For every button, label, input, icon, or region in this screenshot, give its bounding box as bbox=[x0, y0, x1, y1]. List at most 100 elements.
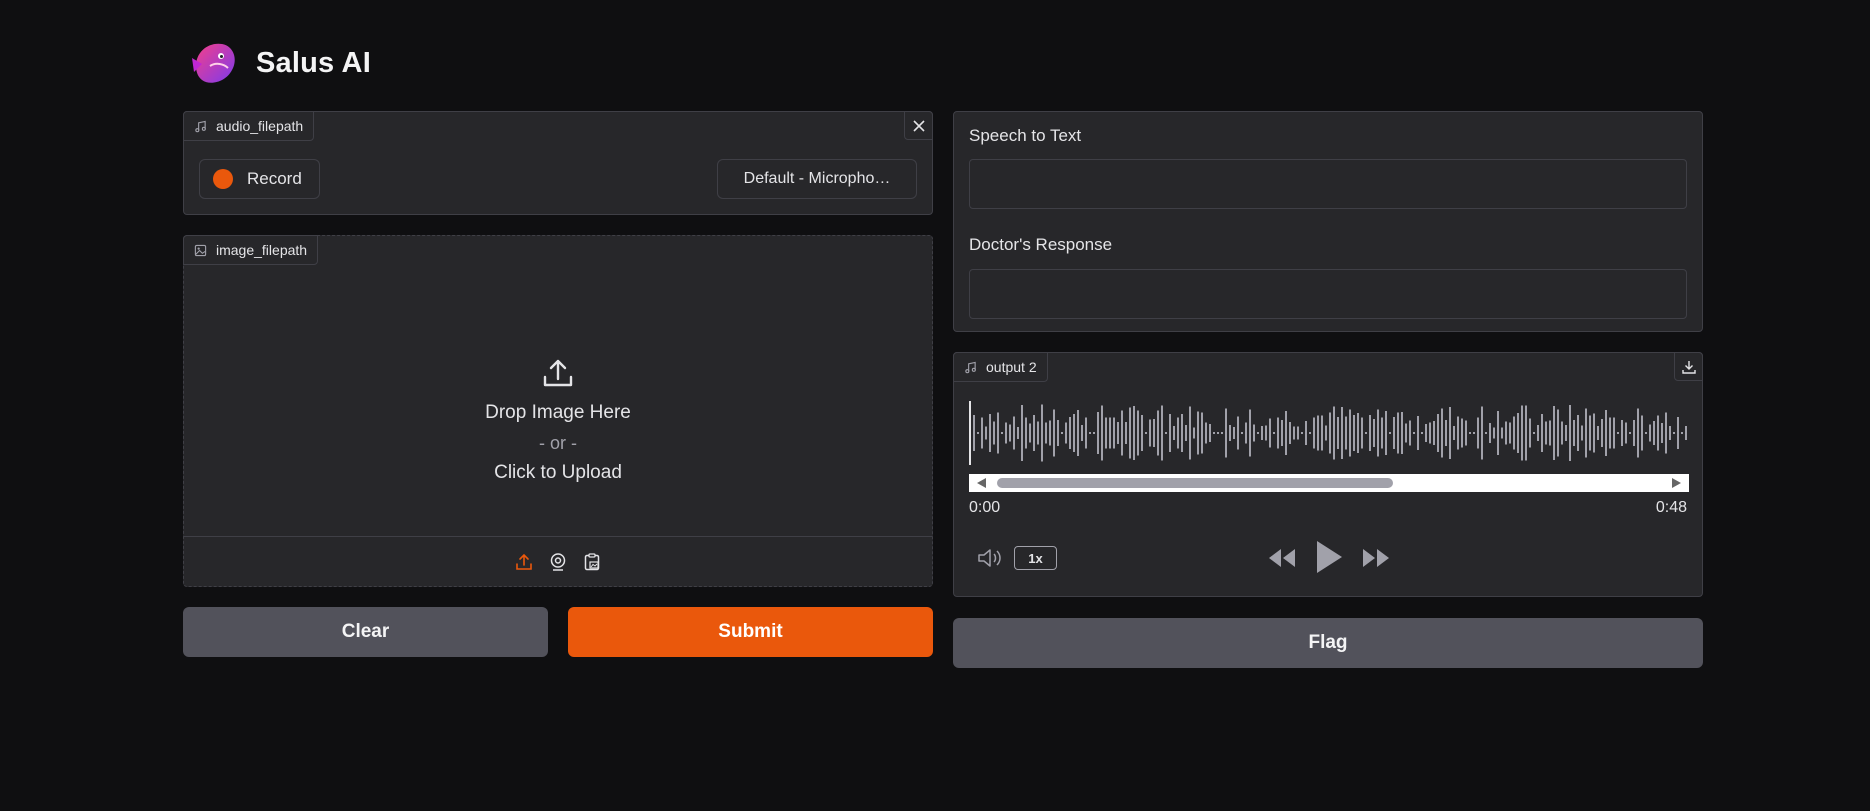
waveform-bar bbox=[1449, 407, 1451, 459]
waveform-bar bbox=[1345, 416, 1347, 450]
doctor-response-label: Doctor's Response bbox=[969, 235, 1113, 254]
waveform-bar bbox=[1133, 406, 1135, 460]
waveform-bar bbox=[1249, 409, 1251, 457]
audio-waveform[interactable] bbox=[969, 401, 1689, 465]
waveform-bar bbox=[1157, 410, 1159, 456]
waveform-bar bbox=[1149, 419, 1151, 447]
close-icon bbox=[912, 119, 925, 132]
waveform-bar bbox=[1397, 412, 1399, 454]
waveform-bar bbox=[1329, 412, 1331, 454]
clear-audio-button[interactable] bbox=[904, 111, 933, 140]
waveform-bar bbox=[1465, 420, 1467, 446]
waveform-bar bbox=[1193, 427, 1195, 439]
waveform-bar bbox=[1405, 423, 1407, 443]
waveform-bar bbox=[1569, 405, 1571, 461]
waveform-bar bbox=[1009, 424, 1011, 442]
waveform-bar bbox=[1205, 422, 1207, 444]
waveform-bar bbox=[1185, 425, 1187, 441]
waveform-bar bbox=[1057, 420, 1059, 446]
waveform-bar bbox=[985, 426, 987, 440]
waveform-bar bbox=[1621, 420, 1623, 446]
waveform-bar bbox=[1073, 414, 1075, 452]
waveform-bar bbox=[1301, 432, 1303, 434]
waveform-bar bbox=[1605, 410, 1607, 456]
scroll-right-icon[interactable] bbox=[1672, 478, 1681, 488]
waveform-scrollbar[interactable] bbox=[969, 474, 1689, 492]
app-root: Salus AI audio_filepath Record Default -… bbox=[0, 0, 1870, 811]
waveform-bar bbox=[1257, 432, 1259, 434]
waveform-bar bbox=[1477, 417, 1479, 449]
waveform-bar bbox=[1041, 404, 1043, 462]
image-source-bar bbox=[184, 536, 932, 586]
music-note-icon bbox=[195, 120, 206, 132]
waveform-bar bbox=[1005, 422, 1007, 444]
waveform-bar bbox=[1461, 418, 1463, 448]
waveform-bar bbox=[1013, 416, 1015, 450]
waveform-bar bbox=[1253, 424, 1255, 442]
waveform-bar bbox=[1209, 424, 1211, 442]
waveform-bar bbox=[1441, 408, 1443, 458]
total-time: 0:48 bbox=[1655, 499, 1687, 516]
fast-forward-icon[interactable] bbox=[1360, 543, 1392, 573]
waveform-bar bbox=[1305, 421, 1307, 445]
webcam-source-button[interactable] bbox=[548, 552, 568, 572]
record-button[interactable]: Record bbox=[199, 159, 320, 199]
waveform-bar bbox=[1445, 420, 1447, 446]
waveform-bar bbox=[1137, 410, 1139, 456]
clipboard-source-button[interactable] bbox=[582, 552, 602, 572]
waveform-bar bbox=[1361, 417, 1363, 449]
webcam-icon bbox=[550, 552, 566, 571]
download-button[interactable] bbox=[1674, 352, 1703, 381]
waveform-bar bbox=[1489, 423, 1491, 443]
waveform-bar bbox=[1409, 420, 1411, 446]
click-upload-text: Click to Upload bbox=[494, 462, 622, 483]
waveform-bar bbox=[1597, 426, 1599, 440]
submit-button[interactable]: Submit bbox=[568, 607, 933, 657]
volume-icon[interactable] bbox=[977, 547, 1003, 569]
waveform-bar bbox=[1237, 416, 1239, 450]
waveform-bar bbox=[1177, 417, 1179, 449]
speech-to-text-field[interactable] bbox=[969, 159, 1687, 209]
image-drop-zone[interactable]: Drop Image Here - or - Click to Upload bbox=[184, 236, 932, 538]
waveform-bar bbox=[1261, 426, 1263, 440]
waveform-bar bbox=[1037, 421, 1039, 445]
playback-speed-button[interactable]: 1x bbox=[1014, 546, 1057, 570]
waveform-bar bbox=[1273, 432, 1275, 434]
waveform-bar bbox=[1537, 425, 1539, 441]
scroll-thumb[interactable] bbox=[997, 478, 1393, 488]
waveform-bar bbox=[977, 432, 979, 434]
or-text: - or - bbox=[539, 433, 577, 453]
waveform-bar bbox=[1049, 420, 1051, 446]
waveform-bar bbox=[1573, 420, 1575, 446]
upload-source-button[interactable] bbox=[514, 552, 534, 572]
waveform-bar bbox=[993, 421, 995, 445]
waveform-bar bbox=[1173, 426, 1175, 440]
clear-button[interactable]: Clear bbox=[183, 607, 548, 657]
waveform-bar bbox=[1241, 432, 1243, 434]
doctor-response-field[interactable] bbox=[969, 269, 1687, 319]
waveform-bar bbox=[1169, 414, 1171, 452]
play-icon[interactable] bbox=[1313, 538, 1345, 576]
waveform-bar bbox=[1221, 432, 1223, 434]
waveform-bar bbox=[1629, 432, 1631, 434]
waveform-bar bbox=[1649, 424, 1651, 442]
waveform-bar bbox=[1553, 406, 1555, 460]
waveform-bar bbox=[1433, 421, 1435, 445]
flag-button[interactable]: Flag bbox=[953, 618, 1703, 668]
waveform-bar bbox=[1541, 414, 1543, 452]
upload-icon bbox=[516, 553, 532, 570]
rewind-icon[interactable] bbox=[1266, 543, 1298, 573]
clipboard-icon bbox=[584, 552, 600, 570]
waveform-bar bbox=[1081, 425, 1083, 441]
audio-output-tag: output 2 bbox=[953, 352, 1048, 382]
image-input-panel: image_filepath Drop Image Here - or - Cl… bbox=[183, 235, 933, 587]
waveform-bar bbox=[1297, 426, 1299, 440]
waveform-bar bbox=[1065, 422, 1067, 444]
waveform-bar bbox=[1385, 411, 1387, 455]
waveform-bar bbox=[1225, 408, 1227, 458]
microphone-select[interactable]: Default - Micropho… bbox=[717, 159, 917, 199]
waveform-bar bbox=[1213, 432, 1215, 434]
scroll-left-icon[interactable] bbox=[977, 478, 986, 488]
waveform-bar bbox=[1561, 421, 1563, 445]
waveform-bar bbox=[1353, 415, 1355, 451]
